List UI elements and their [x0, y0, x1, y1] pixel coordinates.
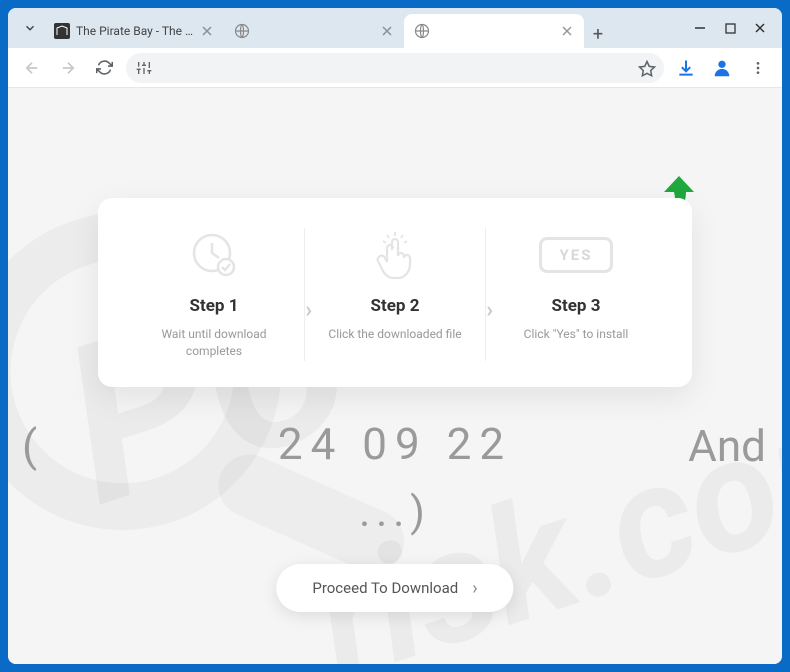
- step-title: Step 1: [190, 296, 239, 316]
- bg-numbers: 24 09 22: [8, 418, 782, 470]
- step-desc: Click "Yes" to install: [524, 326, 629, 343]
- site-settings-icon[interactable]: [136, 60, 152, 76]
- proceed-label: Proceed To Download: [312, 579, 458, 597]
- forward-button[interactable]: [54, 54, 82, 82]
- close-window-button[interactable]: [754, 22, 766, 34]
- profile-button[interactable]: [708, 54, 736, 82]
- step-1: Step 1 Wait until download completes ›: [124, 228, 304, 361]
- yes-box-icon: YES: [539, 228, 613, 282]
- close-icon[interactable]: [200, 24, 214, 38]
- tab-title: The Pirate Bay - The galax: [76, 24, 194, 38]
- bg-and: And: [688, 420, 766, 472]
- close-icon[interactable]: [380, 24, 394, 38]
- bg-ellipsis: ...): [8, 488, 782, 537]
- step-3: YES Step 3 Click "Yes" to install: [485, 228, 666, 361]
- close-icon[interactable]: [560, 24, 574, 38]
- url-bar[interactable]: [126, 53, 664, 83]
- titlebar: The Pirate Bay - The galax: [8, 8, 782, 48]
- globe-icon: [414, 23, 430, 39]
- toolbar: [8, 48, 782, 88]
- tab-strip: The Pirate Bay - The galax: [44, 8, 684, 48]
- back-button[interactable]: [18, 54, 46, 82]
- tab-piratebay[interactable]: The Pirate Bay - The galax: [44, 14, 224, 48]
- favicon-piratebay: [54, 23, 70, 39]
- steps-card: Step 1 Wait until download completes › S…: [98, 198, 692, 387]
- tab-blank-1[interactable]: [224, 14, 404, 48]
- step-title: Step 3: [552, 296, 601, 316]
- step-desc: Click the downloaded file: [328, 326, 461, 343]
- step-title: Step 2: [371, 296, 420, 316]
- browser-window: The Pirate Bay - The galax: [8, 8, 782, 664]
- minimize-button[interactable]: [694, 22, 706, 34]
- window-controls: [694, 22, 766, 34]
- click-hand-icon: [372, 228, 418, 282]
- menu-button[interactable]: [744, 54, 772, 82]
- step-2: Step 2 Click the downloaded file ›: [304, 228, 485, 361]
- tab-search-button[interactable]: [16, 14, 44, 42]
- proceed-download-button[interactable]: Proceed To Download ›: [276, 564, 513, 612]
- new-tab-button[interactable]: +: [584, 20, 612, 48]
- downloads-button[interactable]: [672, 54, 700, 82]
- globe-icon: [234, 23, 250, 39]
- clock-icon: [190, 228, 238, 282]
- page-content: PC risk.com Step 1 Wait until download c…: [8, 88, 782, 664]
- tab-blank-2-active[interactable]: [404, 14, 584, 48]
- maximize-button[interactable]: [724, 22, 736, 34]
- yes-label: YES: [539, 237, 613, 273]
- step-desc: Wait until download completes: [144, 326, 284, 361]
- reload-button[interactable]: [90, 54, 118, 82]
- bookmark-star-icon[interactable]: [638, 60, 654, 76]
- chevron-right-icon: ›: [472, 578, 477, 599]
